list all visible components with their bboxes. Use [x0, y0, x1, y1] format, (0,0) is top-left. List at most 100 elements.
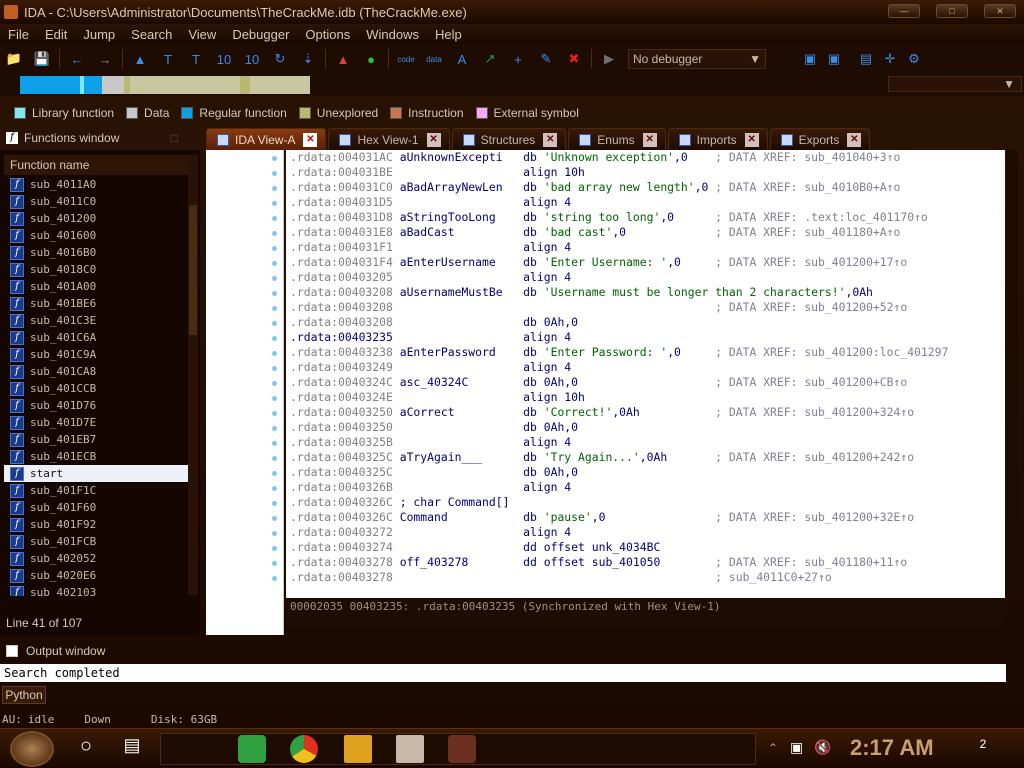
function-list-item[interactable]: f sub_401D7E: [4, 414, 188, 431]
function-list-item[interactable]: f sub_401F60: [4, 499, 188, 516]
disasm-line[interactable]: .rdata:0040324E align 10h: [286, 390, 1005, 405]
menu-file[interactable]: File: [0, 27, 37, 42]
disasm-line[interactable]: .rdata:00403250 db 0Ah,0: [286, 420, 1005, 435]
tab-structures[interactable]: Structures ✕: [451, 128, 567, 150]
tab-hex-view-1[interactable]: Hex View-1 ✕: [328, 128, 450, 150]
debugger-select[interactable]: No debugger ▼: [628, 49, 766, 69]
tab-imports[interactable]: Imports ✕: [667, 128, 768, 150]
disasm-line[interactable]: .rdata:0040326B align 4: [286, 480, 1005, 495]
menu-view[interactable]: View: [180, 27, 224, 42]
disasm-line[interactable]: .rdata:00403278 off_403278 dd offset sub_4…: [286, 555, 1005, 570]
tab-exports[interactable]: Exports ✕: [769, 128, 871, 150]
output-window-text[interactable]: Search completed: [0, 664, 1006, 682]
notifications-icon[interactable]: 2: [972, 737, 994, 759]
disasm-line[interactable]: .rdata:004031BE align 10h: [286, 165, 1005, 180]
disasm-line[interactable]: .rdata:004031D8 aStringTooLong db 'string …: [286, 210, 1005, 225]
add-icon[interactable]: +: [508, 49, 528, 69]
close-icon[interactable]: ✕: [426, 132, 441, 147]
close-icon[interactable]: ✕: [642, 132, 657, 147]
function-list-item[interactable]: f sub_4020E6: [4, 567, 188, 584]
disasm-line[interactable]: .rdata:0040325B align 4: [286, 435, 1005, 450]
function-list-item[interactable]: f sub_402052: [4, 550, 188, 567]
code-icon[interactable]: code: [396, 49, 416, 69]
pin-icon[interactable]: ✛: [880, 49, 900, 69]
disasm-line[interactable]: .rdata:00403274 dd offset unk_4034BC: [286, 540, 1005, 555]
green-circle-icon[interactable]: ●: [361, 49, 381, 69]
task-view-icon[interactable]: ▤: [118, 735, 146, 763]
navigation-band[interactable]: ▼: [0, 74, 1024, 96]
horizontal-scrollbar[interactable]: [286, 617, 1005, 627]
disasm-line[interactable]: .rdata:00403272 align 4: [286, 525, 1005, 540]
volume-muted-icon[interactable]: 🔇: [814, 739, 831, 756]
scrollbar-thumb[interactable]: [189, 205, 197, 335]
function-list-item[interactable]: f sub_4018C0: [4, 261, 188, 278]
menu-help[interactable]: Help: [427, 27, 470, 42]
function-list-item[interactable]: f sub_401C6A: [4, 329, 188, 346]
disasm-line[interactable]: .rdata:00403249 align 4: [286, 360, 1005, 375]
navband-select[interactable]: ▼: [888, 76, 1022, 92]
ascii-icon[interactable]: A: [452, 49, 472, 69]
disasm-line[interactable]: .rdata:0040325C db 0Ah,0: [286, 465, 1005, 480]
disassembly-scrollbar[interactable]: [1006, 150, 1018, 598]
menu-jump[interactable]: Jump: [75, 27, 123, 42]
function-list-item[interactable]: f sub_401FCB: [4, 533, 188, 550]
python-button[interactable]: Python: [2, 686, 46, 704]
layout-icon[interactable]: ▤: [856, 49, 876, 69]
disasm-line[interactable]: .rdata:004031F4 aEnterUsername db 'Enter U…: [286, 255, 1005, 270]
close-icon[interactable]: ✕: [847, 132, 862, 147]
function-list-item[interactable]: f sub_401ECB: [4, 448, 188, 465]
disasm-line[interactable]: .rdata:00403235 align 4: [286, 330, 1005, 345]
tab-enums[interactable]: Enums ✕: [568, 128, 666, 150]
open-icon[interactable]: 📁: [4, 49, 24, 69]
function-list-item[interactable]: f sub_402103: [4, 584, 188, 596]
disasm-line[interactable]: .rdata:00403278 ; sub_4011C0+27↑o: [286, 570, 1005, 585]
cortana-icon[interactable]: ○: [72, 735, 100, 763]
start-button[interactable]: [10, 731, 54, 767]
function-list-item[interactable]: f sub_401200: [4, 210, 188, 227]
float-icon[interactable]: □: [171, 131, 178, 145]
search-next-text-icon[interactable]: T: [186, 49, 206, 69]
disasm-line[interactable]: .rdata:004031C0 aBadArrayNewLen db 'bad ar…: [286, 180, 1005, 195]
sticky-notes-icon[interactable]: [238, 735, 266, 763]
taskbar-clock[interactable]: 2:17 AM: [850, 735, 934, 761]
function-list-item[interactable]: f sub_401C3E: [4, 312, 188, 329]
disasm-line[interactable]: .rdata:00403205 align 4: [286, 270, 1005, 285]
tab-ida-view-a[interactable]: IDA View-A ✕: [206, 128, 327, 150]
disasm-line[interactable]: .rdata:00403208 ; DATA XREF: sub_401200+5…: [286, 300, 1005, 315]
disasm-line[interactable]: .rdata:0040325C aTryAgain___ db 'Try Again…: [286, 450, 1005, 465]
close-icon[interactable]: ✕: [303, 132, 318, 147]
edit-icon[interactable]: ✎: [536, 49, 556, 69]
function-list-item[interactable]: f sub_401D76: [4, 397, 188, 414]
maximize-button[interactable]: □: [936, 4, 968, 18]
function-list-item[interactable]: f start: [4, 465, 188, 482]
function-name-column-header[interactable]: Function name: [4, 155, 188, 175]
menu-debugger[interactable]: Debugger: [224, 27, 297, 42]
function-list-item[interactable]: f sub_401600: [4, 227, 188, 244]
tools-icon[interactable]: ⚙: [904, 49, 924, 69]
function-list-item[interactable]: f sub_401A00: [4, 278, 188, 295]
function-list-scrollbar[interactable]: [188, 155, 198, 595]
chrome-icon[interactable]: [290, 735, 318, 763]
disasm-line[interactable]: .rdata:00403238 aEnterPassword db 'Enter P…: [286, 345, 1005, 360]
function-list-item[interactable]: f sub_401F92: [4, 516, 188, 533]
search-sequence-icon[interactable]: ▲: [130, 49, 150, 69]
function-list-item[interactable]: f sub_4011A0: [4, 176, 188, 193]
close-icon[interactable]: ✕: [543, 132, 558, 147]
minimize-button[interactable]: —: [888, 4, 920, 18]
disasm-line[interactable]: .rdata:00403208 db 0Ah,0: [286, 315, 1005, 330]
function-list-item[interactable]: f sub_4016B0: [4, 244, 188, 261]
disasm-line[interactable]: .rdata:00403250 aCorrect db 'Correct!',0Ah…: [286, 405, 1005, 420]
process-icon[interactable]: ▣: [824, 49, 844, 69]
disassembly-listing[interactable]: .rdata:004031AC aUnknownExcepti db 'Unknow…: [286, 150, 1005, 598]
data-icon[interactable]: data: [424, 49, 444, 69]
disasm-line[interactable]: .rdata:00403208 aUsernameMustBe db 'Userna…: [286, 285, 1005, 300]
attach-icon[interactable]: ▣: [800, 49, 820, 69]
back-icon[interactable]: ←: [67, 49, 87, 69]
save-icon[interactable]: 💾: [32, 49, 52, 69]
app-taskbar-icon[interactable]: [448, 735, 476, 763]
function-list-item[interactable]: f sub_401BE6: [4, 295, 188, 312]
disasm-line[interactable]: .rdata:004031D5 align 4: [286, 195, 1005, 210]
search-next-binary-icon[interactable]: ⇣: [298, 49, 318, 69]
network-icon[interactable]: ▣: [790, 739, 803, 756]
ida-taskbar-icon[interactable]: [396, 735, 424, 763]
